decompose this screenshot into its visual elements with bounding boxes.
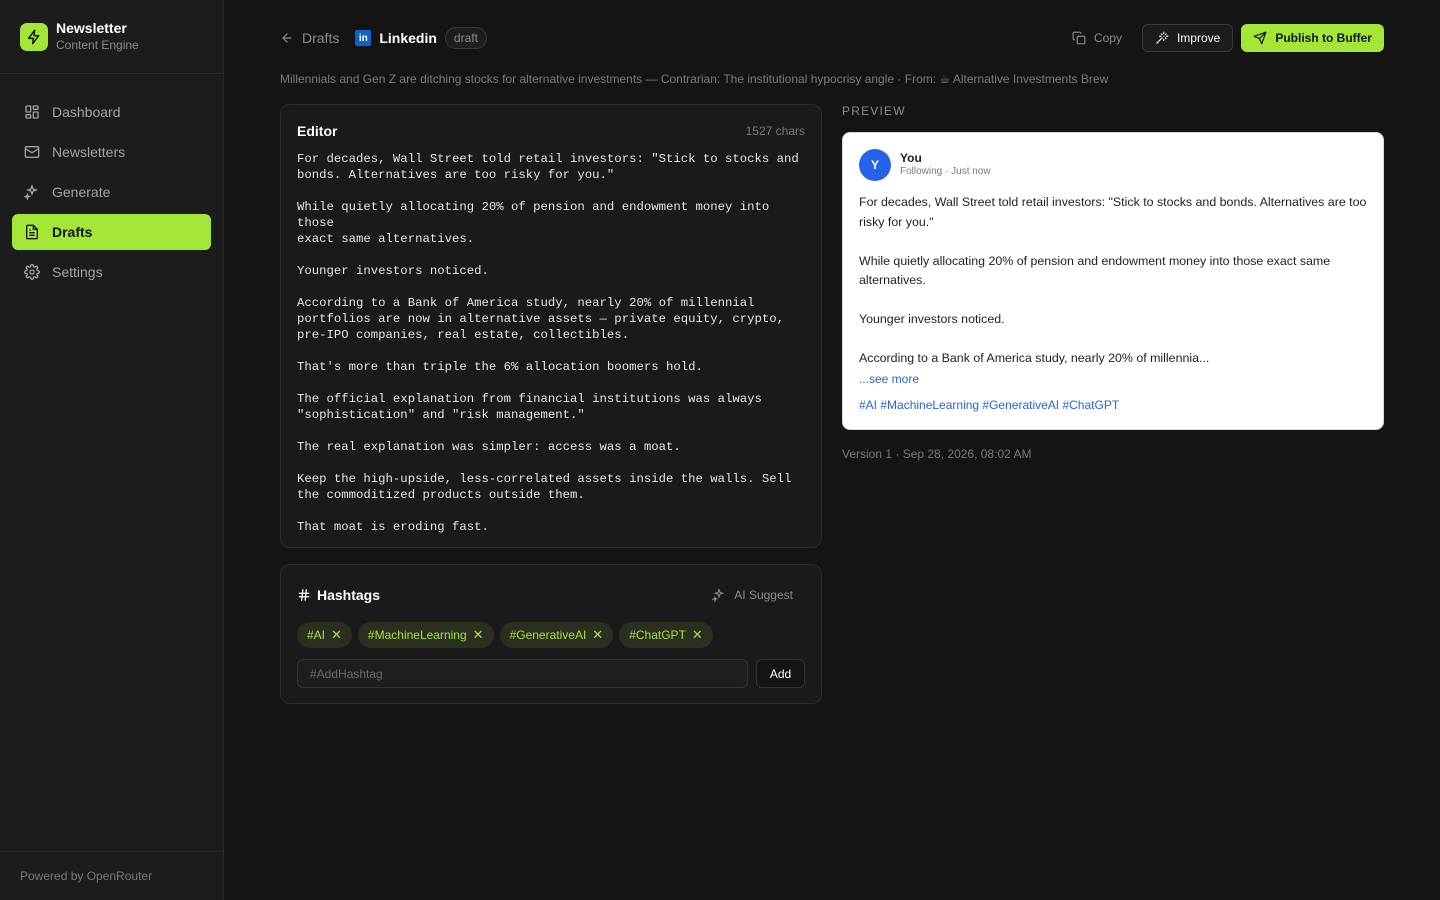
platform-name: Linkedin: [379, 30, 437, 46]
sidebar-nav: Dashboard Newsletters Generate Drafts Se…: [0, 74, 223, 310]
remove-hashtag-icon[interactable]: ✕: [692, 627, 703, 643]
brand-subtitle: Content Engine: [56, 37, 139, 52]
sidebar-item-label: Drafts: [52, 224, 93, 240]
version-info: Version 1 · Sep 28, 2026, 08:02 AM: [842, 447, 1032, 461]
editor-textarea[interactable]: For decades, Wall Street told retail inv…: [297, 151, 812, 535]
copy-icon: [1072, 31, 1086, 45]
file-text-icon: [26, 224, 38, 240]
publish-to-buffer-button[interactable]: Publish to Buffer: [1241, 24, 1384, 52]
copy-label: Copy: [1093, 31, 1122, 45]
linkedin-preview-card: Y You Following · Just now For decades, …: [842, 132, 1384, 430]
hashtag-list: #AI ✕ #MachineLearning ✕ #GenerativeAI ✕…: [297, 622, 713, 648]
sidebar-item-label: Generate: [52, 184, 111, 200]
hashtag-text: #MachineLearning: [367, 628, 467, 642]
char-count: 1527 chars: [745, 124, 805, 138]
hashtag-input[interactable]: [297, 659, 748, 688]
sparkles-icon: [712, 588, 725, 602]
hashtag-chip: #AI ✕: [297, 622, 352, 648]
preview-body: For decades, Wall Street told retail inv…: [859, 195, 1367, 365]
sidebar-item-settings[interactable]: Settings: [12, 254, 211, 290]
sidebar-item-label: Settings: [52, 264, 103, 280]
hash-icon: [298, 589, 310, 601]
remove-hashtag-icon[interactable]: ✕: [331, 627, 342, 643]
arrow-left-icon: [282, 33, 292, 43]
sidebar-item-generate[interactable]: Generate: [12, 174, 211, 210]
header-actions: Copy Improve Publish to Buffer: [1060, 24, 1384, 52]
mail-icon: [24, 146, 40, 158]
draft-source-subtitle: Millennials and Gen Z are ditching stock…: [280, 72, 1109, 86]
sparkles-icon: [24, 184, 39, 200]
status-badge: draft: [444, 27, 487, 49]
preview-meta: Following · Just now: [900, 166, 991, 177]
sidebar-item-dashboard[interactable]: Dashboard: [12, 94, 211, 130]
hashtag-chip: #MachineLearning ✕: [357, 622, 494, 648]
sidebar-item-label: Dashboard: [52, 104, 121, 120]
copy-button[interactable]: Copy: [1060, 24, 1134, 52]
add-hashtag-button[interactable]: Add: [756, 659, 805, 688]
remove-hashtag-icon[interactable]: ✕: [592, 627, 603, 643]
back-label: Drafts: [302, 30, 340, 46]
back-to-drafts-link[interactable]: Drafts: [280, 30, 339, 46]
sidebar-item-label: Newsletters: [52, 144, 126, 160]
hashtag-chip: #GenerativeAI ✕: [499, 622, 614, 648]
magic-wand-icon: [1156, 31, 1169, 44]
editor-card: Editor 1527 chars For decades, Wall Stre…: [280, 104, 822, 548]
dashboard-icon: [25, 105, 39, 119]
hashtag-chip: #ChatGPT ✕: [619, 622, 713, 648]
preview-label: PREVIEW: [842, 104, 906, 118]
hashtag-text: #GenerativeAI: [509, 628, 587, 642]
brand: Newsletter Content Engine: [0, 0, 223, 74]
see-more-link[interactable]: ...see more: [859, 372, 919, 386]
hashtags-title: Hashtags: [297, 587, 380, 603]
hashtags-card: Hashtags AI Suggest #AI ✕ #MachineLearni…: [280, 564, 822, 704]
hashtags-title-label: Hashtags: [317, 587, 381, 603]
improve-label: Improve: [1176, 31, 1221, 45]
linkedin-icon: in: [355, 30, 372, 46]
brand-title: Newsletter: [56, 19, 127, 36]
improve-button[interactable]: Improve: [1141, 24, 1234, 52]
avatar: Y: [859, 149, 891, 181]
sidebar-item-drafts[interactable]: Drafts: [12, 214, 211, 250]
send-icon: [1253, 31, 1267, 45]
preview-hashtags: #AI #MachineLearning #GenerativeAI #Chat…: [859, 398, 1120, 412]
editor-title: Editor: [297, 123, 338, 139]
bolt-icon: [20, 22, 48, 51]
publish-label: Publish to Buffer: [1275, 31, 1372, 45]
hashtag-text: #AI: [307, 628, 326, 642]
preview-author: You: [900, 151, 922, 165]
hashtag-text: #ChatGPT: [629, 628, 686, 642]
gear-icon: [24, 264, 40, 280]
platform-title: in Linkedin: [355, 30, 437, 46]
ai-suggest-label: AI Suggest: [734, 588, 793, 602]
ai-suggest-button[interactable]: AI Suggest: [712, 588, 805, 602]
page-header: Drafts in Linkedin draft Copy Improve Pu…: [280, 24, 1384, 52]
sidebar-footer: Powered by OpenRouter: [0, 851, 223, 900]
sidebar-item-newsletters[interactable]: Newsletters: [12, 134, 211, 170]
remove-hashtag-icon[interactable]: ✕: [473, 627, 484, 643]
sidebar: Newsletter Content Engine Dashboard News…: [0, 0, 224, 900]
